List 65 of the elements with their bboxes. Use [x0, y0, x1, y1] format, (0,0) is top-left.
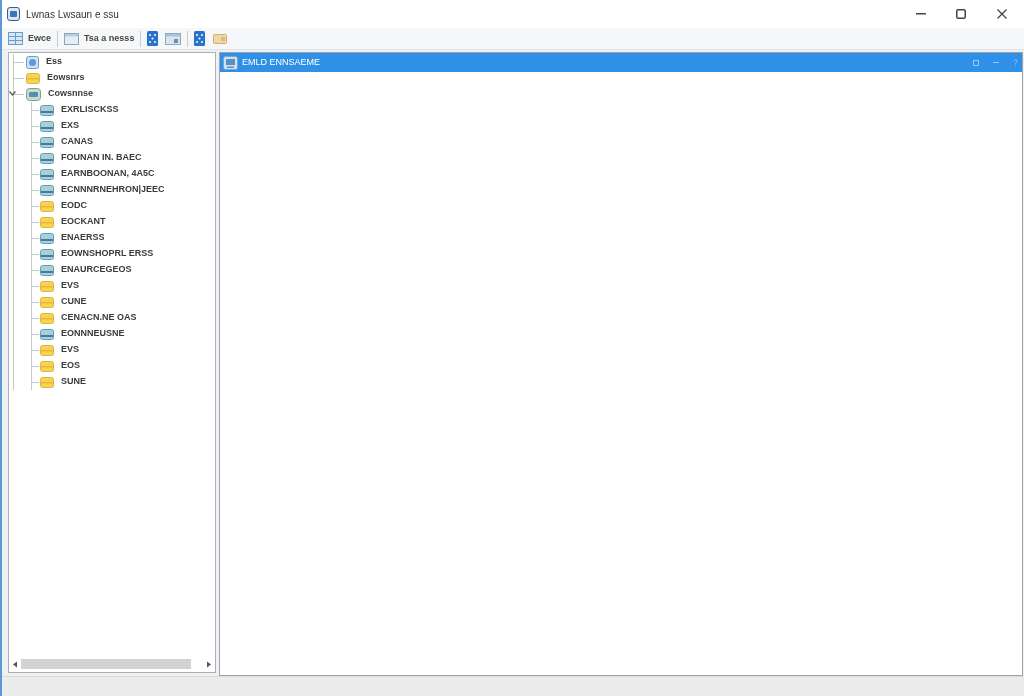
tree-item[interactable]: EVS	[39, 343, 79, 357]
tree-item[interactable]: EONNNEUSNE	[39, 327, 125, 341]
toolbar-button[interactable]	[145, 29, 161, 48]
toolbar-button[interactable]: Tsa a nesss	[62, 29, 137, 48]
drive-icon	[40, 152, 54, 164]
tree-item[interactable]: EOWNSHOPRL ERSS	[39, 247, 154, 261]
tree-item[interactable]: ENAERSS	[39, 231, 105, 245]
tree-item[interactable]: CENACN.NE OAS	[39, 311, 137, 325]
tree-item[interactable]: Eowsnrs	[24, 71, 85, 85]
window-icon	[165, 32, 182, 45]
tree-item[interactable]: EARNBOONAN, 4A5C	[39, 167, 155, 181]
tree-item[interactable]: FOUNAN IN. BAEC	[39, 151, 142, 165]
tree-item[interactable]: ENAURCEGEOS	[39, 263, 132, 277]
minimize-icon	[916, 13, 926, 15]
drive-icon	[40, 104, 54, 116]
tree-item[interactable]: Cowsnnse	[24, 87, 93, 101]
close-icon	[997, 9, 1007, 19]
grid-icon	[194, 31, 206, 46]
drive-icon	[40, 136, 54, 148]
tree-item[interactable]: EXS	[39, 119, 79, 133]
folder-icon	[40, 296, 54, 308]
drive-icon	[40, 232, 54, 244]
folder-icon	[26, 72, 40, 84]
drive-icon	[40, 328, 54, 340]
table-icon	[8, 32, 23, 45]
chevron-down-icon[interactable]	[9, 91, 16, 96]
computer-icon	[26, 55, 39, 69]
computer-icon	[223, 55, 238, 70]
toolbar-button[interactable]: Ewce	[6, 29, 53, 48]
scroll-left-icon[interactable]	[12, 660, 18, 668]
drive-icon	[40, 184, 54, 196]
drive-icon	[40, 264, 54, 276]
folder-icon	[40, 376, 54, 388]
folder-icon	[40, 360, 54, 372]
folder-icon	[40, 312, 54, 324]
drive-icon	[40, 120, 54, 132]
folder-icon	[40, 200, 54, 212]
tree-item[interactable]: EVS	[39, 279, 79, 293]
tree-item[interactable]: Ess	[24, 55, 62, 69]
panel-title: EMLD ENNSAEME	[242, 55, 321, 69]
tree-item[interactable]: ECNNNRNEHRON|JEEC	[39, 183, 165, 197]
tree-item[interactable]: EXRLISCKSS	[39, 103, 119, 117]
toolbar-button[interactable]	[192, 29, 208, 48]
scrollbar-thumb[interactable]	[21, 659, 191, 669]
drive-icon	[40, 248, 54, 260]
maximize-icon	[956, 9, 966, 19]
tree-item[interactable]: EODC	[39, 199, 87, 213]
app-icon	[7, 7, 20, 21]
card-icon	[213, 33, 228, 44]
tree-item[interactable]: EOCKANT	[39, 215, 106, 229]
folder-icon	[40, 344, 54, 356]
drive-icon	[26, 87, 41, 101]
window-title: Lwnas Lwsaun e ssu	[26, 7, 119, 22]
tree-item[interactable]: EOS	[39, 359, 80, 373]
maximize-icon[interactable]	[973, 59, 979, 66]
grid-icon	[147, 31, 159, 46]
tree-item[interactable]: SUNE	[39, 375, 86, 389]
tree-item[interactable]: CUNE	[39, 295, 87, 309]
folder-icon	[40, 280, 54, 292]
folder-icon	[40, 216, 54, 228]
scroll-right-icon[interactable]	[206, 660, 212, 668]
minimize-icon[interactable]	[993, 61, 999, 64]
tree-item[interactable]: CANAS	[39, 135, 93, 149]
window-icon	[64, 32, 79, 45]
drive-icon	[40, 168, 54, 180]
